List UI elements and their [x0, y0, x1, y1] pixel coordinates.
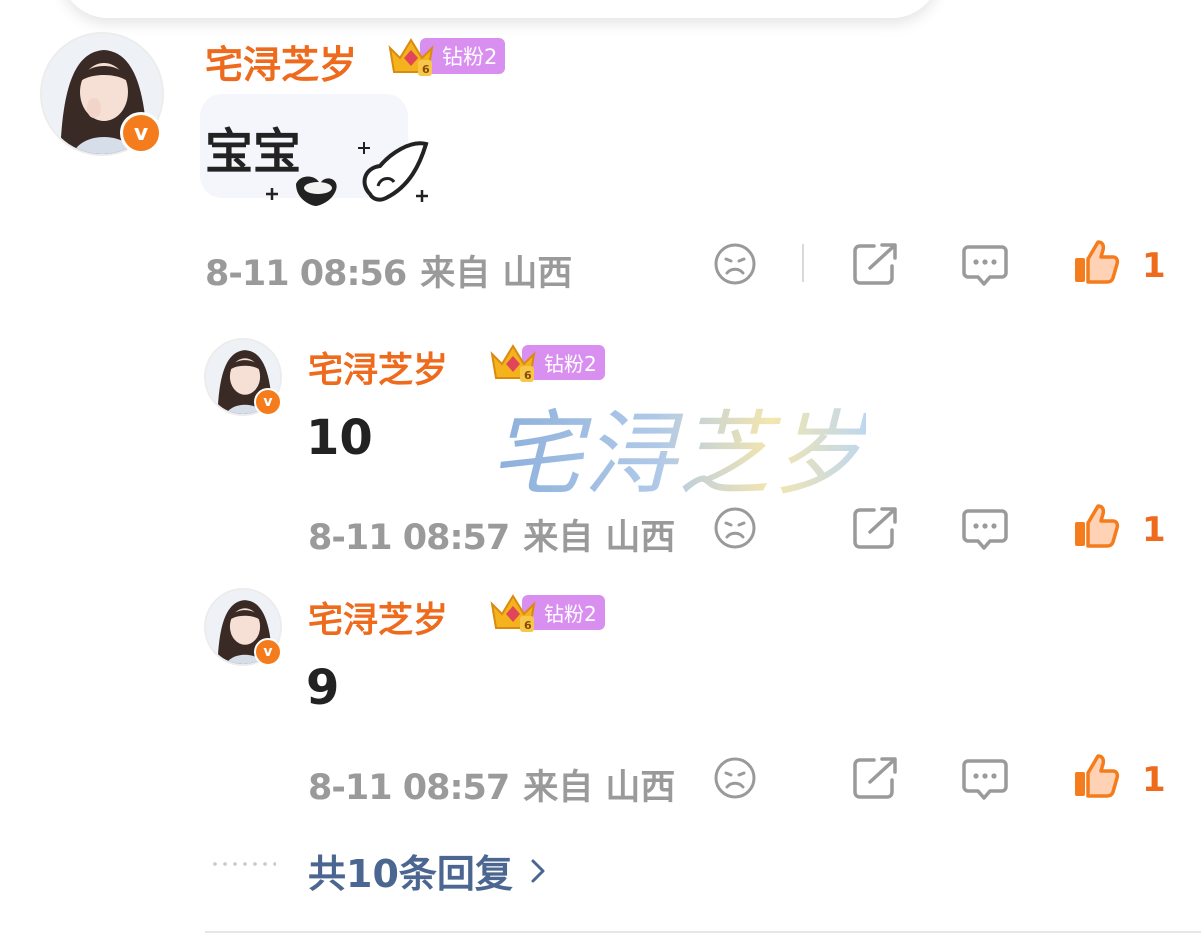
comment-time: 8-11 08:56: [205, 254, 407, 294]
thread-dots: [210, 862, 276, 866]
reply-text: 9: [306, 660, 340, 716]
thumbs-up-icon[interactable]: [1072, 238, 1120, 286]
reply-username[interactable]: 宅浔芝岁: [308, 592, 448, 643]
verified-badge-icon: v: [254, 388, 282, 416]
fan-badge[interactable]: 6 钻粉2: [386, 34, 506, 78]
comment-meta: 8-11 08:56 来自 山西: [205, 245, 572, 296]
comment-username[interactable]: 宅浔芝岁: [205, 34, 357, 89]
avatar[interactable]: v: [204, 338, 282, 416]
crown-icon: 6: [388, 38, 434, 76]
like-count: 1: [1142, 760, 1166, 800]
verified-badge-icon: v: [254, 638, 282, 666]
chevron-right-icon: [531, 859, 545, 882]
crown-icon: 6: [490, 594, 536, 632]
reply-username[interactable]: 宅浔芝岁: [308, 342, 448, 393]
verified-badge-icon: v: [120, 112, 162, 154]
svg-text:6: 6: [422, 63, 430, 76]
section-divider: [205, 931, 1201, 933]
comment-location: 来自 山西: [420, 254, 573, 294]
like-count: 1: [1142, 246, 1166, 286]
comment-icon[interactable]: [962, 244, 1008, 288]
action-divider: [802, 244, 804, 282]
thumbs-up-icon[interactable]: [1072, 502, 1120, 550]
view-more-replies-link[interactable]: 共10条回复: [308, 843, 547, 898]
heart-sticker-icon: [266, 176, 337, 206]
reply-time: 8-11 08:57: [308, 768, 510, 808]
sad-face-icon[interactable]: [712, 755, 758, 801]
svg-text:6: 6: [524, 369, 532, 382]
like-count: 1: [1142, 510, 1166, 550]
comment-thread: v 宅浔芝岁 6 钻粉2 宝宝 8-11 08:56 来自 山西 1 v 宅浔芝…: [0, 0, 1201, 937]
share-icon[interactable]: [852, 242, 898, 286]
svg-text:6: 6: [524, 619, 532, 632]
reply-text: 10: [306, 410, 373, 466]
card-top-edge: [60, 0, 940, 18]
watermark: 宅浔芝岁: [490, 380, 866, 513]
fan-badge[interactable]: 6 钻粉2: [488, 590, 605, 634]
thumbs-up-icon[interactable]: [1072, 752, 1120, 800]
reply-meta: 8-11 08:57 来自 山西: [308, 509, 675, 560]
reply-location: 来自 山西: [523, 518, 676, 558]
comment-icon[interactable]: [962, 758, 1008, 802]
reply-time: 8-11 08:57: [308, 518, 510, 558]
reply-location: 来自 山西: [523, 768, 676, 808]
avatar[interactable]: v: [204, 588, 282, 666]
fan-badge[interactable]: 6 钻粉2: [488, 340, 605, 384]
share-icon[interactable]: [852, 756, 898, 800]
wing-sticker-icon: [358, 141, 429, 202]
sad-face-icon[interactable]: [712, 241, 758, 287]
comment-icon[interactable]: [962, 508, 1008, 552]
crown-icon: 6: [490, 344, 536, 382]
avatar[interactable]: v: [40, 32, 164, 156]
reply-meta: 8-11 08:57 来自 山西: [308, 759, 675, 810]
more-replies-label: 共10条回复: [308, 852, 513, 896]
